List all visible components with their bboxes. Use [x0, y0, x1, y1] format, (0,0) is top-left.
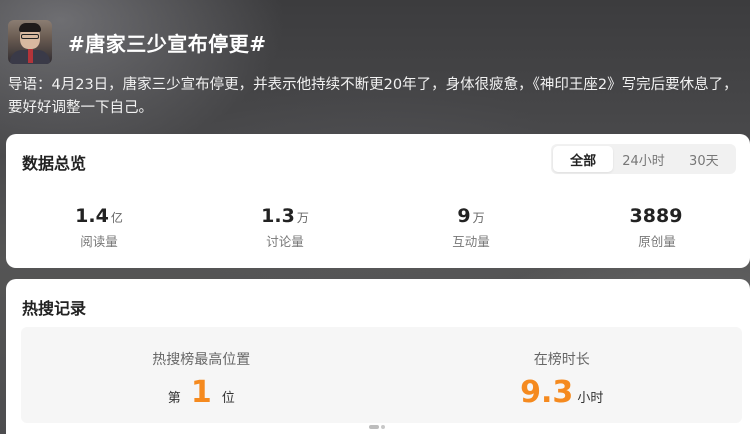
hot-search-card: 热搜记录 热搜榜最高位置 第 1 位 在榜时长 9.3 小时 [6, 279, 750, 434]
peak-value: 1 [190, 375, 212, 410]
duration-unit: 小时 [577, 391, 604, 406]
stat-value: 1.4 [75, 205, 109, 227]
stat-label: 阅读量 [80, 234, 118, 249]
data-overview-card: 数据总览 全部 24小时 30天 1.4 亿 阅读量 1.3 万 讨论量 9万 互动… [6, 134, 750, 268]
stat-unit: 万 [472, 211, 485, 225]
hot-search-title: 热搜记录 [22, 299, 87, 318]
hot-search-box: 热搜榜最高位置 第 1 位 在榜时长 9.3 小时 [21, 327, 742, 423]
stat-discussions: 1.3 万 讨论量 [192, 204, 378, 250]
peak-suffix: 位 [221, 391, 235, 406]
stat-value: 3889 [629, 205, 683, 227]
chart-duration: 在榜时长 9.3 小时 [382, 327, 743, 423]
stat-label: 讨论量 [266, 234, 304, 249]
stat-interactions: 9万 互动量 [378, 204, 564, 250]
peak-label: 热搜榜最高位置 [152, 352, 251, 368]
stat-label: 互动量 [452, 234, 490, 249]
tab-30d[interactable]: 30天 [674, 146, 734, 172]
person-avatar-icon[interactable] [8, 20, 52, 64]
stat-value: 1.3 [261, 205, 295, 227]
page-indicator [369, 425, 387, 429]
duration-value: 9.3 [520, 375, 574, 410]
topic-header: #唐家三少宣布停更# [8, 18, 267, 66]
stat-label: 原创量 [638, 234, 676, 249]
topic-intro: 导语：4月23日，唐家三少宣布停更，并表示他持续不断更20年了，身体很疲惫，《神… [8, 77, 738, 116]
overview-title: 数据总览 [22, 154, 87, 173]
stat-unit: 万 [296, 211, 309, 225]
stat-originals: 3889 原创量 [564, 204, 750, 250]
tab-24h[interactable]: 24小时 [613, 146, 673, 172]
peak-prefix: 第 [167, 391, 181, 406]
stats-row: 1.4 亿 阅读量 1.3 万 讨论量 9万 互动量 3889 原创量 [6, 204, 750, 250]
duration-label: 在榜时长 [533, 352, 590, 368]
peak-position: 热搜榜最高位置 第 1 位 [21, 327, 382, 423]
stat-reads: 1.4 亿 阅读量 [6, 204, 192, 250]
time-range-switcher: 全部 24小时 30天 [551, 144, 736, 174]
stat-value: 9 [457, 205, 471, 227]
topic-title: #唐家三少宣布停更# [68, 31, 267, 56]
tab-all[interactable]: 全部 [553, 146, 614, 172]
stat-unit: 亿 [110, 211, 123, 225]
